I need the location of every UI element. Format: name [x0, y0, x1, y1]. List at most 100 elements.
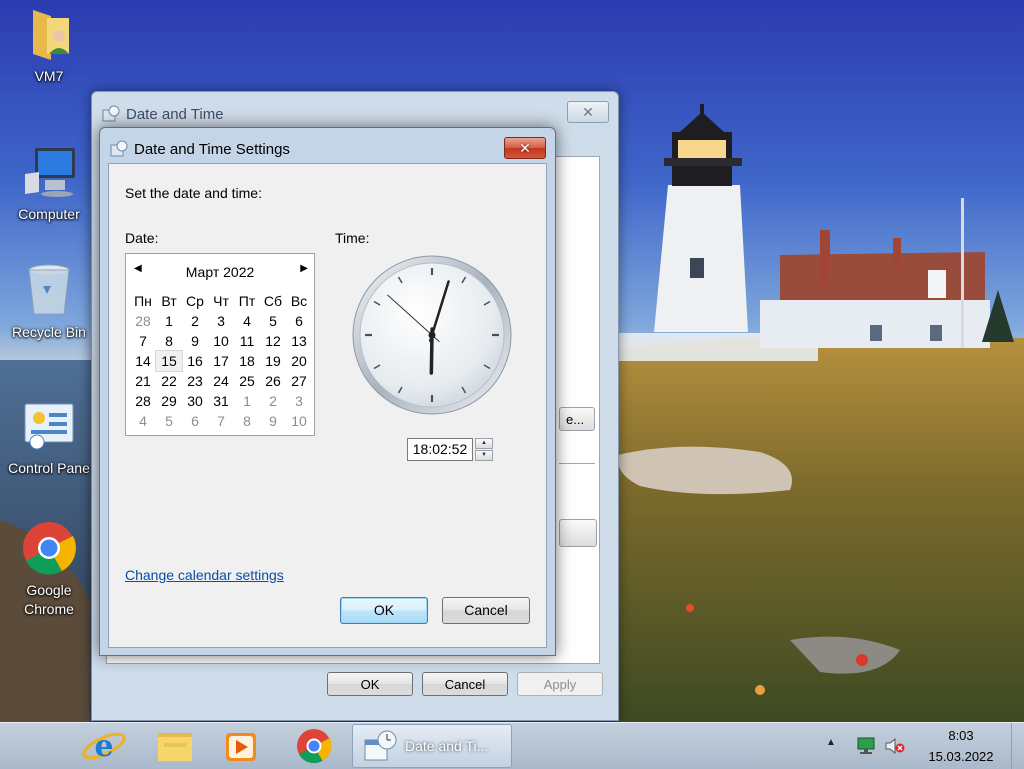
- user-folder-icon: [33, 10, 69, 60]
- dialog-title: Date and Time Settings: [134, 140, 290, 158]
- calendar-day[interactable]: 10: [208, 331, 234, 351]
- calendar-day[interactable]: 2: [182, 311, 208, 331]
- calendar-day[interactable]: 6: [286, 311, 312, 331]
- change-time-zone-button[interactable]: e...: [559, 407, 595, 431]
- show-hidden-icons-button[interactable]: ▲: [826, 737, 836, 748]
- calendar-day[interactable]: 25: [234, 371, 260, 391]
- calendar-day[interactable]: 9: [260, 411, 286, 431]
- desktop-icon-control-panel[interactable]: Control Pane: [1, 398, 97, 478]
- calendar-day[interactable]: 26: [260, 371, 286, 391]
- calendar-day[interactable]: 3: [286, 391, 312, 411]
- calendar-day[interactable]: 18: [234, 351, 260, 371]
- spin-down-icon[interactable]: ▼: [475, 450, 493, 461]
- date-time-icon: [102, 105, 120, 122]
- desktop-icon-vm7[interactable]: VM7: [1, 6, 97, 86]
- clock-center: [428, 331, 436, 339]
- next-month-button[interactable]: ▶: [296, 263, 308, 274]
- desktop-icon-google-chrome[interactable]: Google Chrome: [1, 520, 97, 619]
- calendar-day[interactable]: 29: [156, 391, 182, 411]
- calendar-month-title[interactable]: Март 2022: [126, 264, 314, 280]
- calendar-day[interactable]: 30: [182, 391, 208, 411]
- chrome-icon[interactable]: [286, 725, 342, 767]
- calendar-day[interactable]: 23: [182, 371, 208, 391]
- show-desktop-button[interactable]: [1011, 723, 1024, 769]
- calendar-day[interactable]: 16: [182, 351, 208, 371]
- system-clock-date[interactable]: 15.03.2022: [925, 749, 997, 764]
- calendar-day[interactable]: 5: [260, 311, 286, 331]
- calendar-day[interactable]: 4: [130, 411, 156, 431]
- calendar-day[interactable]: 7: [130, 331, 156, 351]
- calendar-day[interactable]: 8: [156, 331, 182, 351]
- calendar-day[interactable]: 2: [260, 391, 286, 411]
- cancel-button[interactable]: Cancel: [442, 597, 530, 624]
- date-label: Date:: [125, 230, 159, 246]
- calendar-day[interactable]: 6: [182, 411, 208, 431]
- time-input[interactable]: 18:02:52: [407, 438, 473, 461]
- calendar-day[interactable]: 24: [208, 371, 234, 391]
- calendar-day[interactable]: 5: [156, 411, 182, 431]
- calendar-day[interactable]: 21: [130, 371, 156, 391]
- volume-muted-icon[interactable]: [884, 737, 906, 755]
- calendar-day[interactable]: 11: [234, 331, 260, 351]
- calendar-day[interactable]: 20: [286, 351, 312, 371]
- desktop-icon-label: Control Pane: [8, 460, 90, 476]
- calendar-day[interactable]: 31: [208, 391, 234, 411]
- weekday-label: Ср: [186, 293, 204, 309]
- calendar-day[interactable]: 19: [260, 351, 286, 371]
- calendar-day[interactable]: 14: [130, 351, 156, 371]
- calendar-week-row: 28 29 30 31 1 2 3: [130, 391, 312, 411]
- calendar-week-row: 14 15 16 17 18 19 20: [130, 350, 312, 372]
- weekday-label: Сб: [263, 293, 283, 309]
- file-explorer-icon[interactable]: [146, 725, 202, 767]
- calendar-day[interactable]: 22: [156, 371, 182, 391]
- change-calendar-settings-link[interactable]: Change calendar settings: [125, 567, 284, 583]
- calendar-day[interactable]: 27: [286, 371, 312, 391]
- calendar-day[interactable]: 10: [286, 411, 312, 431]
- calendar-day-selected[interactable]: 15: [155, 350, 183, 372]
- weekday-label: Пн: [134, 293, 152, 309]
- close-button[interactable]: ✕: [504, 137, 546, 159]
- calendar-day[interactable]: 4: [234, 311, 260, 331]
- ok-button[interactable]: OK: [327, 672, 413, 696]
- internet-explorer-icon[interactable]: e: [76, 725, 132, 767]
- calendar-day[interactable]: 17: [208, 351, 234, 371]
- calendar-day[interactable]: 3: [208, 311, 234, 331]
- window-title-bar[interactable]: Date and Time: [102, 102, 224, 126]
- date-time-icon: [110, 140, 128, 157]
- calendar-day[interactable]: 1: [156, 311, 182, 331]
- desktop-icon-label: Computer: [18, 206, 80, 222]
- desktop-icon-recycle-bin[interactable]: Recycle Bin: [1, 262, 97, 342]
- button-label: Apply: [543, 677, 577, 692]
- svg-text:e: e: [94, 729, 113, 764]
- network-icon[interactable]: [856, 737, 876, 755]
- calendar-week-row: 4 5 6 7 8 9 10: [130, 411, 312, 431]
- taskbar-item-date-and-time[interactable]: Date and Ti...: [352, 724, 512, 768]
- calendar-week-row: 28 1 2 3 4 5 6: [130, 311, 312, 331]
- desktop-icon-computer[interactable]: Computer: [1, 144, 97, 224]
- cancel-button[interactable]: Cancel: [422, 672, 508, 696]
- weekday-label: Пт: [238, 293, 256, 309]
- date-time-icon: [364, 730, 397, 761]
- calendar-day[interactable]: 28: [130, 391, 156, 411]
- media-player-icon[interactable]: [212, 725, 268, 767]
- close-icon: ✕: [582, 104, 594, 120]
- calendar-day[interactable]: 7: [208, 411, 234, 431]
- close-icon: ✕: [519, 140, 531, 156]
- instruction-text: Set the date and time:: [125, 185, 262, 201]
- system-clock-time[interactable]: 8:03: [925, 728, 997, 743]
- dialog-body: Set the date and time: Date: Time: ◀ Мар…: [108, 163, 547, 648]
- close-button[interactable]: ✕: [567, 101, 609, 123]
- time-label: Time:: [335, 230, 370, 246]
- calendar-day[interactable]: 8: [234, 411, 260, 431]
- time-spinner[interactable]: ▲ ▼: [475, 438, 493, 461]
- calendar-day[interactable]: 13: [286, 331, 312, 351]
- calendar-day[interactable]: 9: [182, 331, 208, 351]
- calendar-day[interactable]: 12: [260, 331, 286, 351]
- desktop-icon-label-line1: Google: [26, 582, 72, 598]
- calendar-day[interactable]: 1: [234, 391, 260, 411]
- ok-button[interactable]: OK: [340, 597, 428, 624]
- dialog-title-bar[interactable]: Date and Time Settings: [110, 137, 290, 161]
- calendar-day[interactable]: 28: [130, 311, 156, 331]
- partial-button[interactable]: [559, 519, 597, 547]
- spin-up-icon[interactable]: ▲: [475, 438, 493, 449]
